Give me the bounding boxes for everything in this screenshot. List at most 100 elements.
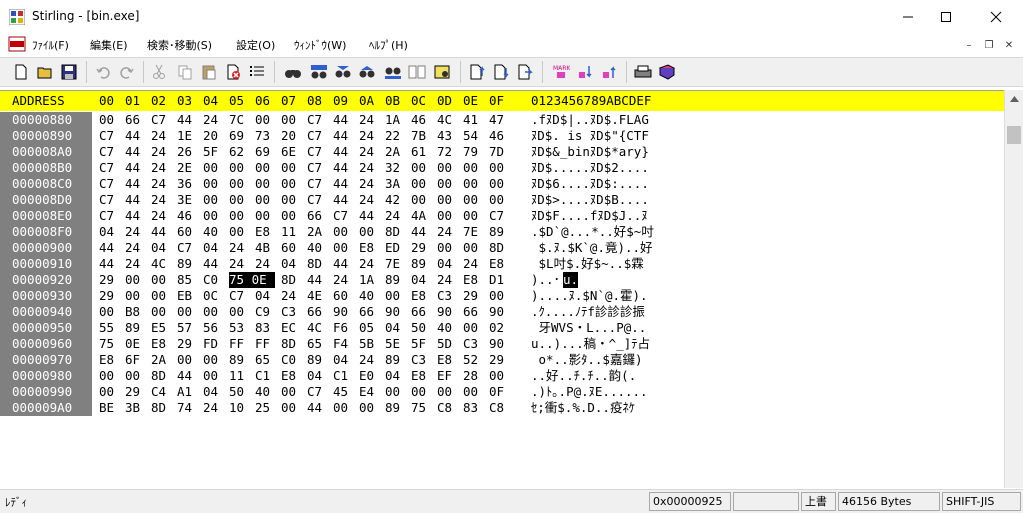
selected-text[interactable]: u.	[563, 272, 579, 288]
hex-byte[interactable]: 66	[411, 304, 433, 320]
hex-byte[interactable]: 00	[99, 368, 121, 384]
hex-byte[interactable]: 24	[125, 256, 147, 272]
find-prev-icon[interactable]	[356, 61, 378, 83]
hex-byte[interactable]: C7	[307, 144, 329, 160]
hex-row[interactable]: 00000960 75 0E E8 29 FD FF FF 8D 65 F4 5B 5E 5F 5D C3 90…	[0, 336, 1004, 352]
hex-byte[interactable]: A1	[177, 384, 199, 400]
hex-byte[interactable]: 90	[437, 304, 459, 320]
hex-byte[interactable]: 00	[255, 176, 277, 192]
hex-byte[interactable]: 1A	[385, 112, 407, 128]
hex-byte[interactable]: 89	[411, 256, 433, 272]
scroll-up-arrow-icon[interactable]	[1005, 90, 1023, 107]
hex-byte[interactable]: C7	[307, 192, 329, 208]
hex-byte[interactable]: 50	[411, 320, 433, 336]
hex-byte[interactable]: 65	[307, 336, 329, 352]
hex-byte[interactable]: 04	[99, 224, 121, 240]
hex-byte[interactable]: 00	[333, 400, 355, 416]
hex-byte[interactable]: C0	[203, 272, 225, 288]
hex-byte[interactable]: C8	[489, 400, 511, 416]
copy-icon[interactable]	[174, 61, 196, 83]
hex-byte[interactable]: 2A	[307, 224, 329, 240]
goto-top-icon[interactable]	[466, 61, 488, 83]
hex-byte[interactable]: 72	[437, 144, 459, 160]
hex-byte[interactable]: 44	[125, 176, 147, 192]
list-icon[interactable]	[246, 61, 268, 83]
new-file-icon[interactable]	[10, 61, 32, 83]
find-next-icon[interactable]	[332, 61, 354, 83]
hex-byte[interactable]: 66	[307, 208, 329, 224]
hex-byte[interactable]: C7	[99, 160, 121, 176]
paste-icon[interactable]	[198, 61, 220, 83]
hex-byte[interactable]: 24	[359, 256, 381, 272]
hex-byte[interactable]: C7	[99, 128, 121, 144]
hex-row[interactable]: 000008E0 C7 44 24 46 00 00 00 00 66 C7 44 24 4A 00 00 C7…	[0, 208, 1004, 224]
hex-byte[interactable]: 44	[125, 160, 147, 176]
hex-byte[interactable]: 24	[229, 256, 251, 272]
hex-byte[interactable]: 00	[385, 384, 407, 400]
hex-byte[interactable]: 44	[333, 176, 355, 192]
hex-byte[interactable]: C4	[151, 384, 173, 400]
hex-byte[interactable]: 24	[437, 224, 459, 240]
hex-byte[interactable]: 00	[463, 384, 485, 400]
hex-byte[interactable]: C3	[281, 304, 303, 320]
row-text[interactable]: ﾇD$. is ﾇD$"{CTF	[531, 128, 649, 144]
hex-byte[interactable]: 04	[411, 272, 433, 288]
hex-byte[interactable]: 3E	[177, 192, 199, 208]
hex-byte[interactable]: 8D	[151, 368, 173, 384]
hex-byte[interactable]: 00	[281, 192, 303, 208]
hex-byte[interactable]: 00	[203, 368, 225, 384]
hex-byte[interactable]: 3B	[125, 400, 147, 416]
hex-byte[interactable]: C7	[99, 144, 121, 160]
hex-byte[interactable]: 00	[281, 176, 303, 192]
row-text[interactable]: o*..影ﾀ..$嘉鑼)	[531, 352, 643, 368]
hex-byte[interactable]: E8	[463, 272, 485, 288]
hex-byte[interactable]: 45	[333, 384, 355, 400]
hex-byte[interactable]: 44	[307, 400, 329, 416]
hex-byte[interactable]: 0C	[203, 288, 225, 304]
row-text[interactable]: .ｸ....ﾉﾃf診診診振	[531, 304, 645, 320]
hex-byte[interactable]: 04	[255, 288, 277, 304]
hex-byte[interactable]: E8	[411, 368, 433, 384]
hex-byte[interactable]: E8	[281, 368, 303, 384]
prev-mark-icon[interactable]	[598, 61, 620, 83]
hex-byte[interactable]: 00	[203, 304, 225, 320]
hex-byte[interactable]: 00	[203, 192, 225, 208]
hex-byte[interactable]: 24	[463, 256, 485, 272]
hex-byte[interactable]: 0F	[489, 384, 511, 400]
hex-byte[interactable]: 29	[411, 240, 433, 256]
hex-byte[interactable]: 46	[489, 128, 511, 144]
mdi-restore-button[interactable]: ❐	[980, 37, 998, 53]
hex-byte[interactable]: 00	[463, 160, 485, 176]
hex-byte[interactable]: 44	[99, 240, 121, 256]
menu-window[interactable]: ｳｨﾝﾄﾞｳ(W)	[294, 37, 346, 53]
hex-byte[interactable]: 00	[359, 400, 381, 416]
hex-byte[interactable]: 66	[359, 304, 381, 320]
hex-byte[interactable]: 04	[333, 352, 355, 368]
document-icon[interactable]	[8, 36, 26, 52]
row-text[interactable]: )..･	[531, 272, 560, 288]
open-folder-icon[interactable]	[34, 61, 56, 83]
hex-byte[interactable]: 46	[177, 208, 199, 224]
hex-byte[interactable]: 44	[333, 256, 355, 272]
goto-bottom-icon[interactable]	[490, 61, 512, 83]
hex-byte[interactable]: 69	[229, 128, 251, 144]
hex-byte[interactable]: 00	[489, 288, 511, 304]
hex-byte[interactable]: 00	[125, 368, 147, 384]
hex-byte[interactable]: 7E	[463, 224, 485, 240]
hex-byte[interactable]: 00	[151, 304, 173, 320]
hex-byte[interactable]: 26	[177, 144, 199, 160]
row-text[interactable]: ﾇD$F....fﾇD$J..ﾇ	[531, 208, 648, 224]
hex-byte[interactable]: 20	[203, 128, 225, 144]
maximize-button[interactable]	[923, 0, 969, 33]
hex-byte[interactable]: 5B	[359, 336, 381, 352]
hex-byte[interactable]: 00	[463, 176, 485, 192]
row-text[interactable]: ﾇD$>....ﾇD$B....	[531, 192, 649, 208]
hex-byte[interactable]: 60	[177, 224, 199, 240]
hex-byte[interactable]: 44	[333, 160, 355, 176]
hex-byte[interactable]: E8	[151, 336, 173, 352]
hex-byte[interactable]: 04	[437, 256, 459, 272]
hex-byte[interactable]: 89	[385, 352, 407, 368]
hex-byte[interactable]: E8	[489, 256, 511, 272]
hex-byte[interactable]: C7	[99, 208, 121, 224]
hex-byte[interactable]: 24	[359, 352, 381, 368]
